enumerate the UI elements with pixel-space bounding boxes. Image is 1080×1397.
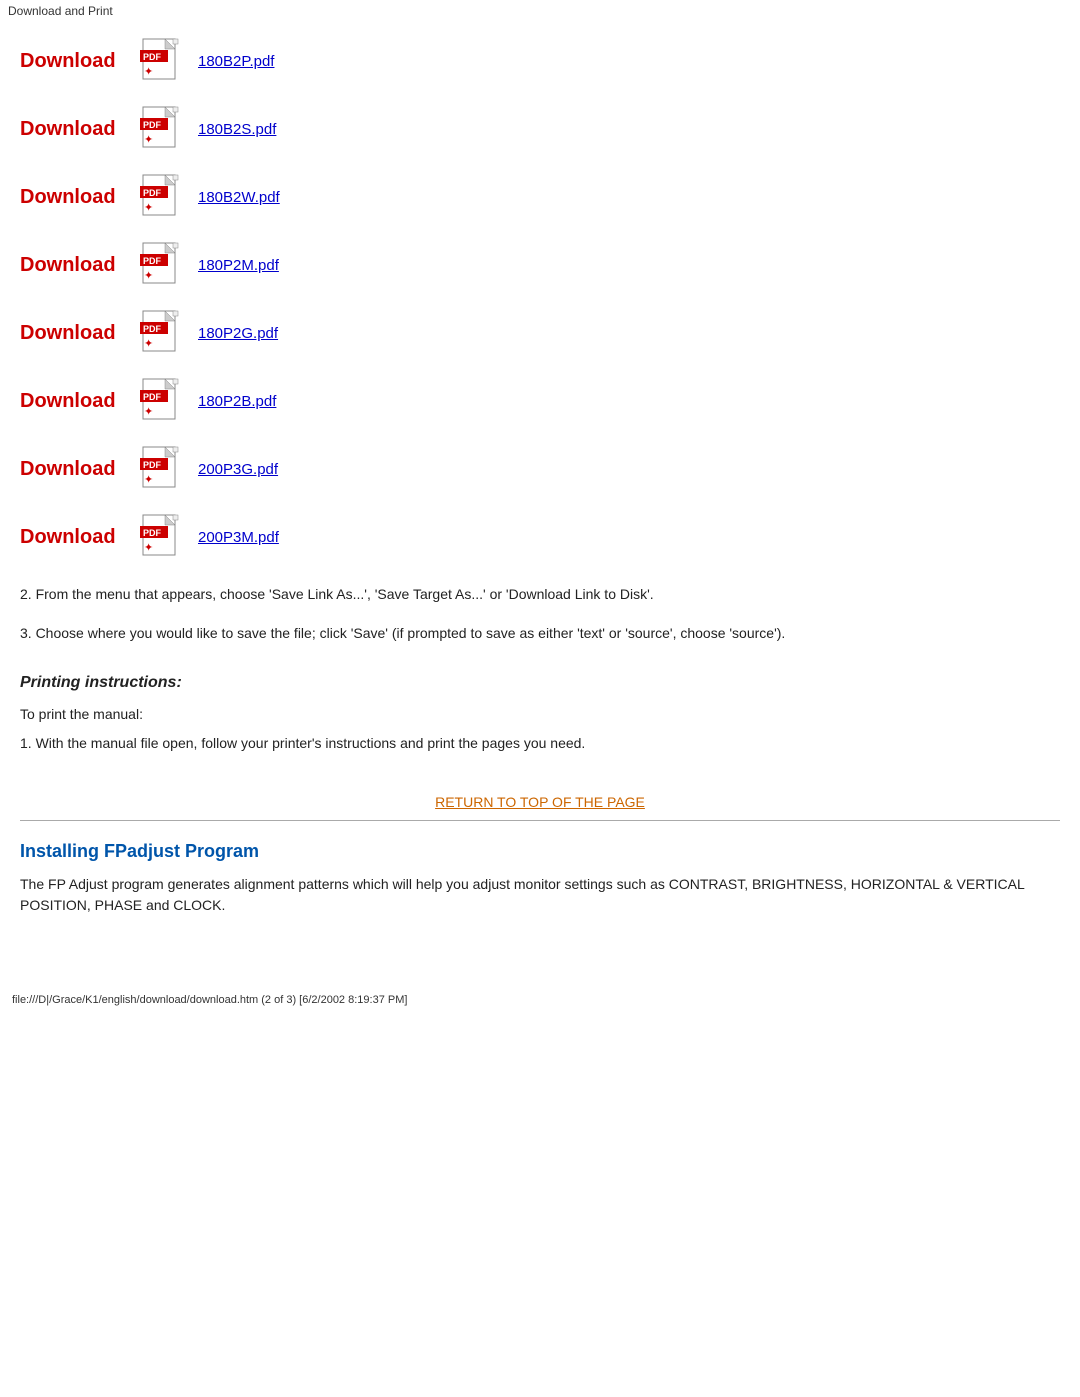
svg-text:PDF: PDF (143, 188, 162, 198)
footer-text: file:///D|/Grace/K1/english/download/dow… (12, 994, 407, 1006)
download-row: Download PDF ✦ 180P2G.pdf (20, 304, 1060, 362)
pdf-icon: PDF ✦ (140, 106, 186, 152)
return-section: RETURN TO TOP OF THE PAGE (20, 794, 1060, 810)
svg-text:✦: ✦ (144, 474, 153, 486)
download-row: Download PDF ✦ 200P3G.pdf (20, 440, 1060, 498)
svg-text:✦: ✦ (144, 270, 153, 282)
pdf-download-link[interactable]: 180B2W.pdf (198, 189, 280, 206)
top-bar-label: Download and Print (8, 4, 113, 18)
svg-text:✦: ✦ (144, 542, 153, 554)
instruction-step3: 3. Choose where you would like to save t… (20, 623, 1060, 644)
download-row: Download PDF ✦ 180B2W.pdf (20, 168, 1060, 226)
download-row: Download PDF ✦ 180P2B.pdf (20, 372, 1060, 430)
pdf-download-link[interactable]: 200P3M.pdf (198, 529, 279, 546)
svg-text:PDF: PDF (143, 120, 162, 130)
download-label: Download (20, 50, 140, 73)
svg-text:✦: ✦ (144, 338, 153, 350)
pdf-icon: PDF ✦ (140, 38, 186, 84)
section-divider (20, 820, 1060, 821)
download-label: Download (20, 322, 140, 345)
download-row: Download PDF ✦ 180B2P.pdf (20, 32, 1060, 90)
svg-text:PDF: PDF (143, 324, 162, 334)
printing-title: Printing instructions: (20, 674, 1060, 692)
svg-text:✦: ✦ (144, 202, 153, 214)
svg-text:✦: ✦ (144, 66, 153, 78)
download-label: Download (20, 458, 140, 481)
svg-text:✦: ✦ (144, 406, 153, 418)
download-label: Download (20, 254, 140, 277)
svg-text:PDF: PDF (143, 392, 162, 402)
printing-section: Printing instructions: To print the manu… (20, 674, 1060, 754)
download-label: Download (20, 118, 140, 141)
main-content: Download PDF ✦ 180B2P.pdfDownload (0, 22, 1080, 926)
svg-text:PDF: PDF (143, 52, 162, 62)
download-row: Download PDF ✦ 180P2M.pdf (20, 236, 1060, 294)
pdf-icon: PDF ✦ (140, 310, 186, 356)
pdf-icon: PDF ✦ (140, 174, 186, 220)
fpadjust-description: The FP Adjust program generates alignmen… (20, 874, 1060, 916)
download-row: Download PDF ✦ 200P3M.pdf (20, 508, 1060, 566)
svg-text:✦: ✦ (144, 134, 153, 146)
download-list: Download PDF ✦ 180B2P.pdfDownload (20, 32, 1060, 566)
pdf-download-link[interactable]: 180B2P.pdf (198, 53, 274, 70)
pdf-icon: PDF ✦ (140, 514, 186, 560)
fpadjust-section: Installing FPadjust Program The FP Adjus… (20, 841, 1060, 916)
pdf-icon: PDF ✦ (140, 242, 186, 288)
svg-text:PDF: PDF (143, 256, 162, 266)
instruction-step2: 2. From the menu that appears, choose 'S… (20, 584, 1060, 605)
download-label: Download (20, 186, 140, 209)
pdf-download-link[interactable]: 180B2S.pdf (198, 121, 276, 138)
printing-step1: 1. With the manual file open, follow you… (20, 733, 1060, 754)
pdf-download-link[interactable]: 180P2G.pdf (198, 325, 278, 342)
svg-text:PDF: PDF (143, 528, 162, 538)
download-label: Download (20, 526, 140, 549)
pdf-icon: PDF ✦ (140, 378, 186, 424)
pdf-icon: PDF ✦ (140, 446, 186, 492)
pdf-download-link[interactable]: 200P3G.pdf (198, 461, 278, 478)
download-row: Download PDF ✦ 180B2S.pdf (20, 100, 1060, 158)
top-bar: Download and Print (0, 0, 1080, 22)
return-to-top-link[interactable]: RETURN TO TOP OF THE PAGE (435, 794, 645, 810)
pdf-download-link[interactable]: 180P2M.pdf (198, 257, 279, 274)
footer: file:///D|/Grace/K1/english/download/dow… (0, 986, 1080, 1014)
download-label: Download (20, 390, 140, 413)
printing-intro: To print the manual: (20, 704, 1060, 725)
pdf-download-link[interactable]: 180P2B.pdf (198, 393, 276, 410)
fpadjust-title: Installing FPadjust Program (20, 841, 1060, 862)
svg-text:PDF: PDF (143, 460, 162, 470)
